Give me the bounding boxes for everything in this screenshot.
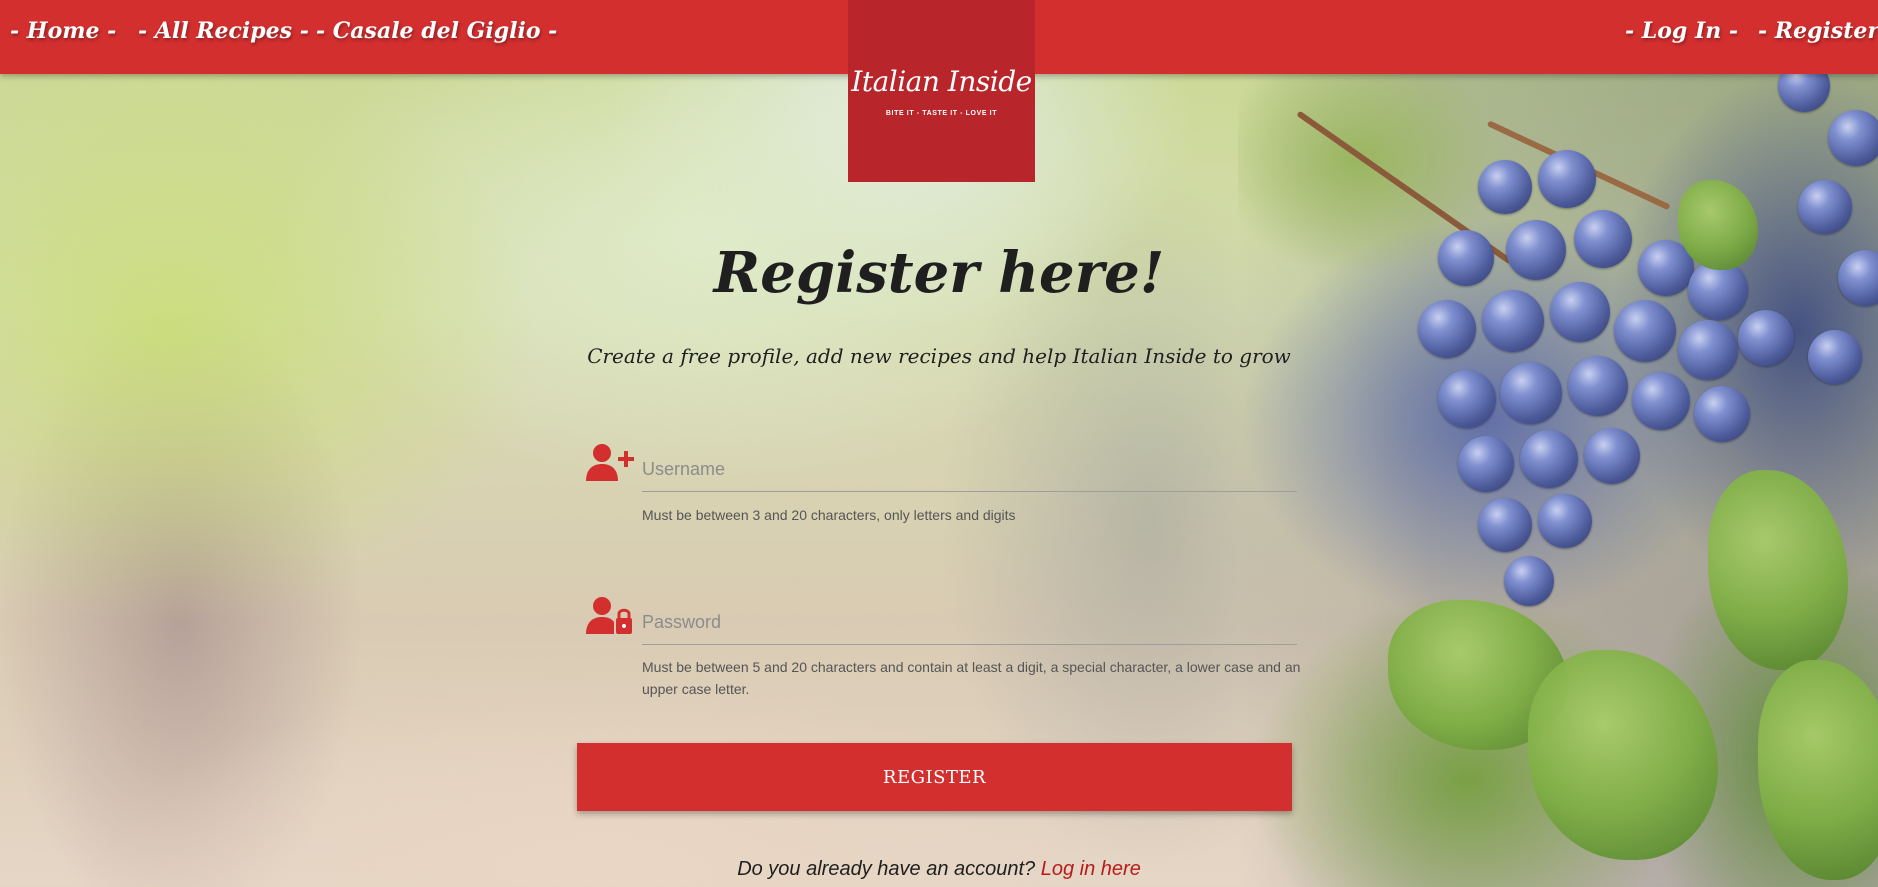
user-plus-icon [586, 443, 634, 488]
register-button[interactable]: REGISTER [577, 743, 1292, 811]
login-prompt: Do you already have an account? Log in h… [0, 858, 1878, 881]
logo-tagline: BITE IT - TASTE IT - LOVE IT [885, 110, 998, 117]
background-vineyard-image [1238, 0, 1878, 887]
nav-login-link[interactable]: - Log In - [1625, 18, 1738, 44]
password-helper-text: Must be between 5 and 20 characters and … [642, 659, 1301, 697]
nav-register-link[interactable]: - Register - [1758, 18, 1878, 44]
username-helper-text: Must be between 3 and 20 characters, onl… [642, 507, 1016, 523]
nav-casale-del-giglio-link[interactable]: - Casale del Giglio - [316, 18, 557, 44]
login-here-link[interactable]: Log in here [1041, 858, 1141, 880]
user-lock-icon [586, 596, 634, 641]
username-input[interactable] [642, 448, 1297, 492]
page-title: Register here! [713, 240, 1165, 306]
nav-all-recipes-link[interactable]: - All Recipes - [138, 18, 309, 44]
login-prompt-question: Do you already have an account? [737, 858, 1041, 880]
page-subtitle: Create a free profile, add new recipes a… [587, 344, 1291, 368]
logo-script-text: Italian Inside [851, 65, 1032, 98]
password-input[interactable] [642, 601, 1297, 645]
brand-logo[interactable]: Italian Inside BITE IT - TASTE IT - LOVE… [848, 0, 1035, 182]
nav-home-link[interactable]: - Home - [10, 18, 116, 44]
